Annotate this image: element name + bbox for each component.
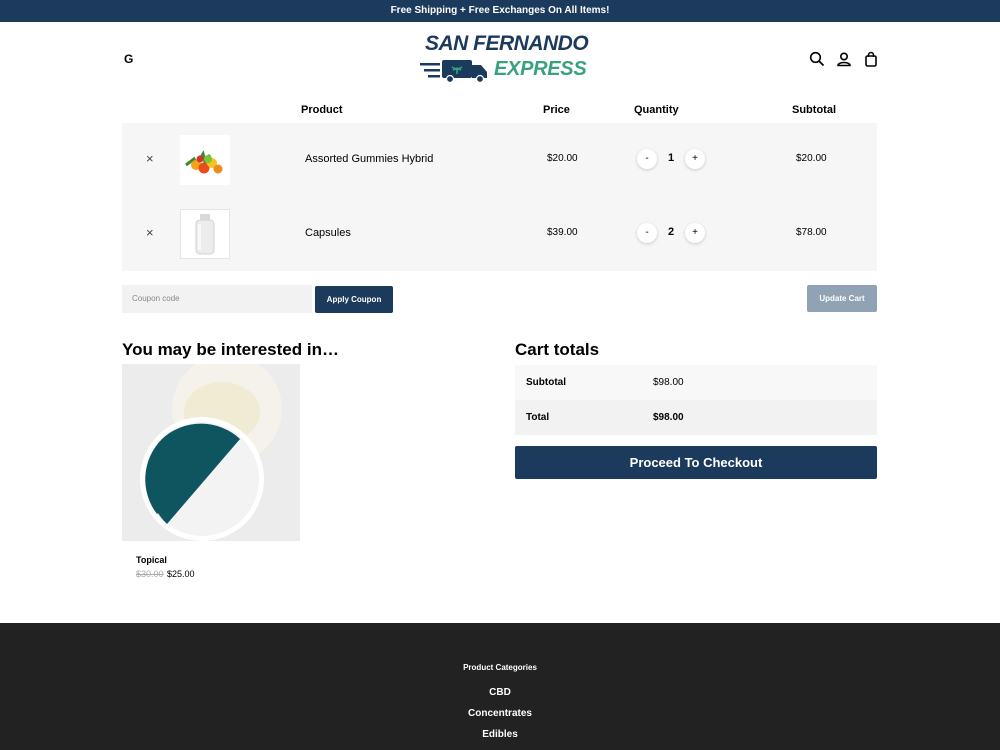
col-subtotal: Subtotal (792, 104, 836, 116)
footer-link-concentrates[interactable]: Concentrates (0, 708, 1000, 719)
brand-logo[interactable]: SAN FERNANDO EXPRESS (420, 32, 589, 84)
totals-subtotal-row: Subtotal $98.00 (515, 365, 877, 400)
remove-item-button[interactable]: × (146, 151, 154, 166)
cart-row: × Assorted Gummies Hybrid $20.00 - 1 + $… (122, 123, 877, 197)
col-price: Price (543, 104, 570, 116)
quantity-input[interactable]: 2 (666, 226, 676, 238)
cart-bag-icon[interactable] (863, 51, 879, 67)
footer-link-edibles[interactable]: Edibles (0, 729, 1000, 740)
product-name[interactable]: Assorted Gummies Hybrid (305, 153, 433, 165)
product-name[interactable]: Capsules (305, 227, 351, 239)
apply-coupon-button[interactable]: Apply Coupon (315, 286, 393, 313)
product-image[interactable] (122, 364, 300, 541)
cart-row: × Capsules $39.00 - 2 + $78.00 (122, 197, 877, 271)
search-icon[interactable] (809, 51, 825, 67)
quantity-increase-button[interactable]: + (685, 149, 705, 169)
site-footer: Product Categories CBD Concentrates Edib… (0, 623, 1000, 750)
line-subtotal: $78.00 (796, 227, 827, 238)
subtotal-label: Subtotal (526, 377, 566, 388)
gummies-image (180, 135, 230, 185)
line-subtotal: $20.00 (796, 153, 827, 164)
footer-link-cbd[interactable]: CBD (0, 687, 1000, 698)
capsule-bottle-image (181, 210, 229, 258)
footer-heading: Product Categories (463, 663, 537, 672)
announcement-bar: Free Shipping + Free Exchanges On All It… (0, 0, 1000, 22)
suggested-product-name[interactable]: Topical (136, 555, 167, 565)
product-price: $20.00 (547, 153, 578, 164)
remove-item-button[interactable]: × (146, 225, 154, 240)
product-price: $39.00 (547, 227, 578, 238)
topical-jar-image (122, 364, 300, 541)
col-quantity: Quantity (634, 104, 679, 116)
g-logo[interactable]: G (124, 52, 133, 66)
site-header: G SAN FERNANDO EXPRESS (0, 22, 1000, 97)
sale-price: $25.00 (167, 569, 195, 579)
product-thumbnail[interactable] (180, 135, 230, 185)
col-product: Product (301, 104, 343, 116)
product-thumbnail[interactable] (180, 209, 230, 259)
total-label: Total (526, 412, 550, 423)
totals-total-row: Total $98.00 (515, 400, 877, 435)
quantity-decrease-button[interactable]: - (637, 223, 657, 243)
total-value: $98.00 (653, 412, 684, 423)
old-price: $30.00 (136, 569, 164, 579)
cart-totals-heading: Cart totals (515, 340, 600, 359)
truck-icon (420, 60, 487, 84)
coupon-input[interactable]: Coupon code (122, 285, 312, 313)
update-cart-button[interactable]: Update Cart (807, 285, 877, 312)
announcement-text: Free Shipping + Free Exchanges On All It… (390, 5, 610, 16)
subtotal-value: $98.00 (653, 377, 684, 388)
quantity-decrease-button[interactable]: - (637, 149, 657, 169)
account-icon[interactable] (836, 51, 852, 67)
quantity-input[interactable]: 1 (666, 152, 676, 164)
quantity-increase-button[interactable]: + (685, 223, 705, 243)
proceed-to-checkout-button[interactable]: Proceed To Checkout (515, 446, 877, 479)
brand-line1: SAN FERNANDO (425, 32, 589, 55)
brand-line2: EXPRESS (494, 58, 587, 80)
interested-heading: You may be interested in… (122, 340, 339, 359)
